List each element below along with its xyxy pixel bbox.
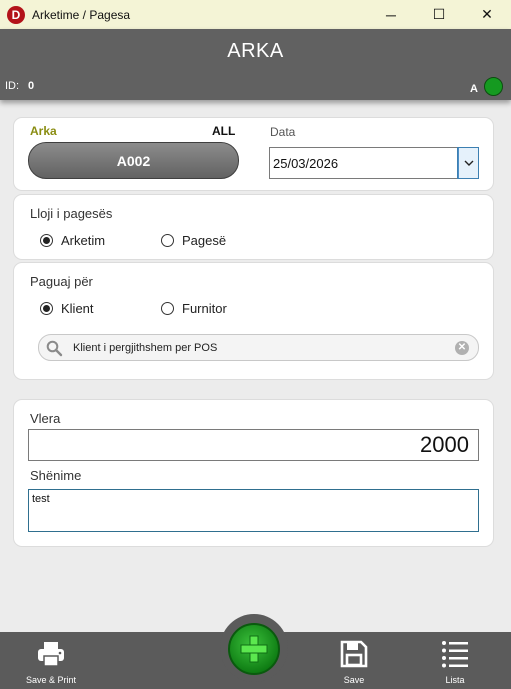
radio-pagese[interactable]: Pagesë	[161, 233, 226, 248]
minimize-button[interactable]: ─	[367, 0, 415, 29]
amount-input[interactable]: 2000	[28, 429, 479, 461]
save-print-button[interactable]: Save & Print	[14, 632, 88, 689]
window-titlebar: D Arketime / Pagesa ─ ☐ ✕	[0, 0, 511, 29]
page-header: ARKA ID: 0 A	[0, 29, 511, 100]
pay-for-card: Paguaj për Klient Furnitor Klient i perg…	[13, 262, 494, 380]
id-value: 0	[28, 80, 35, 92]
plus-icon	[240, 635, 268, 663]
close-button[interactable]: ✕	[463, 0, 511, 29]
radio-klient-label: Klient	[61, 301, 94, 316]
radio-furnitor[interactable]: Furnitor	[161, 301, 227, 316]
amount-label: Vlera	[30, 411, 61, 426]
chevron-down-icon[interactable]	[457, 147, 479, 179]
status-indicator-icon	[484, 77, 503, 96]
radio-arketim[interactable]: Arketim	[40, 233, 105, 248]
date-label: Data	[270, 125, 296, 139]
radio-unselected-icon	[161, 234, 174, 247]
date-picker[interactable]: 25/03/2026	[269, 147, 479, 179]
list-icon	[442, 641, 468, 668]
payment-type-label: Lloji i pagesës	[30, 206, 113, 221]
radio-pagese-label: Pagesë	[182, 233, 227, 248]
save-print-label: Save & Print	[25, 675, 77, 685]
save-label: Save	[343, 675, 365, 685]
pay-for-label: Paguaj për	[30, 274, 93, 289]
clear-icon[interactable]: ✕	[455, 341, 469, 355]
register-date-card: Arka ALL A002 Data 25/03/2026	[13, 117, 494, 191]
window-controls: ─ ☐ ✕	[367, 0, 511, 29]
floppy-disk-icon	[340, 640, 368, 668]
date-value: 25/03/2026	[273, 156, 339, 171]
client-search-input[interactable]: Klient i pergjithshem per POS ✕	[38, 334, 479, 361]
register-select-button[interactable]: A002	[28, 142, 239, 179]
amount-note-card: Vlera 2000 Shënime test	[13, 399, 494, 547]
register-label: Arka	[30, 124, 57, 138]
add-button[interactable]	[228, 623, 280, 675]
radio-arketim-label: Arketim	[61, 233, 106, 248]
client-search-value: Klient i pergjithshem per POS	[73, 342, 218, 354]
id-label: ID:	[5, 80, 20, 92]
radio-selected-icon	[40, 234, 53, 247]
status-letter: A	[470, 83, 478, 95]
payment-type-card: Lloji i pagesës Arketim Pagesë	[13, 194, 494, 260]
radio-unselected-icon	[161, 302, 174, 315]
note-textarea[interactable]: test	[28, 489, 479, 532]
printer-icon	[38, 642, 64, 667]
currency-label: ALL	[212, 124, 236, 138]
maximize-button[interactable]: ☐	[415, 0, 463, 29]
radio-selected-icon	[40, 302, 53, 315]
radio-klient[interactable]: Klient	[40, 301, 94, 316]
search-icon	[46, 340, 63, 357]
page-title: ARKA	[227, 40, 284, 62]
note-label: Shënime	[30, 468, 82, 483]
list-label: Lista	[445, 675, 465, 685]
app-logo-icon: D	[7, 5, 25, 24]
window-title: Arketime / Pagesa	[32, 7, 131, 22]
radio-furnitor-label: Furnitor	[182, 301, 227, 316]
list-button[interactable]: Lista	[432, 632, 478, 689]
save-button[interactable]: Save	[330, 632, 378, 689]
